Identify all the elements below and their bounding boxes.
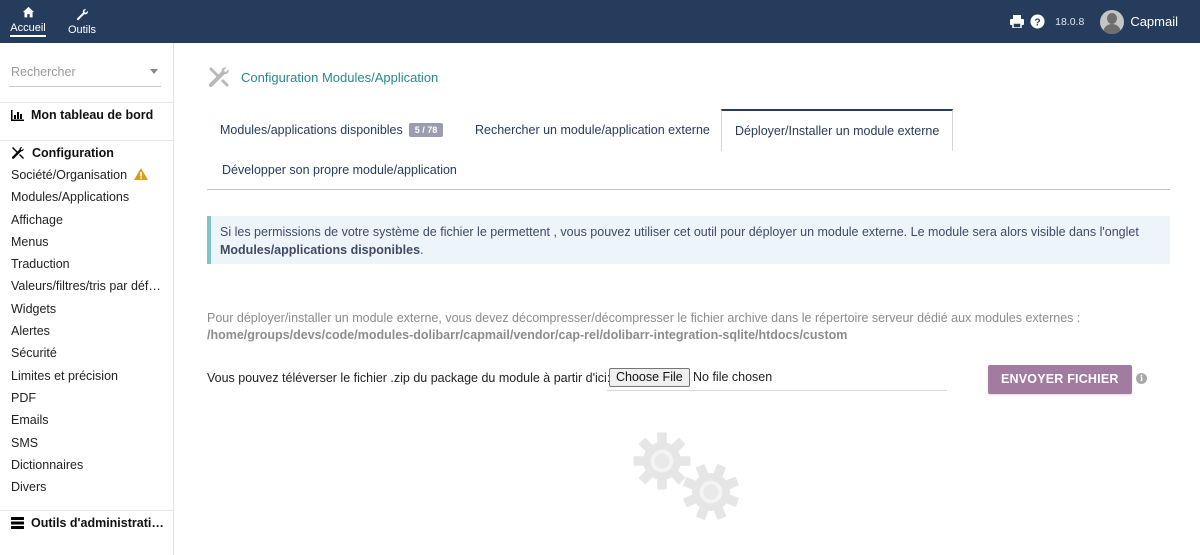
sidebar-item-configuration[interactable]: Configuration: [0, 142, 173, 164]
page-header: Configuration Modules/Application: [207, 65, 438, 89]
chart-icon: [11, 109, 24, 121]
server-icon: [11, 517, 24, 529]
avatar: [1100, 9, 1125, 34]
description-text: Pour déployer/installer un module extern…: [207, 311, 1081, 325]
sidebar-item-display[interactable]: Affichage: [0, 209, 173, 231]
help-icon[interactable]: ?: [1029, 14, 1045, 30]
sidebar: Rechercher Mon tableau de bord Configura…: [0, 43, 174, 555]
main-content: Configuration Modules/Application Module…: [174, 43, 1200, 555]
tab-label: Modules/applications disponibles: [220, 123, 403, 137]
sidebar-item-security[interactable]: Sécurité: [0, 342, 173, 364]
home-icon: [22, 6, 34, 18]
sidebar-item-translation[interactable]: Traduction: [0, 253, 173, 275]
sidebar-item-admin-tools[interactable]: Outils d'administrati…: [0, 512, 173, 534]
sidebar-item-misc[interactable]: Divers: [0, 476, 173, 498]
send-file-button[interactable]: ENVOYER FICHIER: [988, 365, 1132, 394]
upload-label: Vous pouvez téléverser le fichier .zip d…: [207, 371, 611, 385]
sidebar-item-widgets[interactable]: Widgets: [0, 298, 173, 320]
sidebar-item-dashboard[interactable]: Mon tableau de bord: [0, 104, 173, 126]
sidebar-item-pdf[interactable]: PDF: [0, 387, 173, 409]
top-right-tools: ? 18.0.8 Capmail: [1009, 0, 1200, 43]
count-badge: 5 / 78: [408, 123, 444, 137]
user-name: Capmail: [1130, 14, 1178, 29]
sidebar-section-dashboard: Mon tableau de bord: [0, 102, 173, 126]
sidebar-section-admin: Outils d'administrati…: [0, 510, 173, 534]
sidebar-item-default-values[interactable]: Valeurs/filtres/tris par déf…: [0, 275, 173, 297]
chevron-down-icon: [150, 69, 158, 74]
upload-form: Vous pouvez téléverser le fichier .zip d…: [207, 365, 1170, 394]
tools-icon: [208, 67, 229, 88]
info-text: Si les permissions de votre système de f…: [220, 225, 1139, 239]
sidebar-section-config: Configuration Société/Organisation Modul…: [0, 140, 173, 498]
tools-icon: [11, 147, 24, 159]
nav-home-label: Accueil: [10, 22, 46, 37]
sidebar-item-label: Société/Organisation: [11, 168, 128, 182]
sidebar-item-emails[interactable]: Emails: [0, 409, 173, 431]
sidebar-item-company[interactable]: Société/Organisation: [0, 164, 173, 186]
page-title: Configuration Modules/Application: [241, 69, 439, 85]
tab-search-external[interactable]: Rechercher un module/application externe: [462, 110, 723, 150]
custom-dir-path: /home/groups/devs/code/modules-dolibarr/…: [207, 328, 848, 342]
file-input[interactable]: Choose File No file chosen: [607, 366, 947, 391]
nav-tools[interactable]: Outils: [62, 0, 102, 43]
install-description: Pour déployer/installer un module extern…: [207, 310, 1170, 344]
sidebar-admin-label: Outils d'administrati…: [31, 516, 164, 530]
user-menu[interactable]: Capmail: [1100, 9, 1178, 34]
gears-icon: [633, 432, 749, 528]
info-box: Si les permissions de votre système de f…: [207, 216, 1170, 264]
sidebar-dashboard-label: Mon tableau de bord: [31, 108, 154, 122]
info-icon[interactable]: i: [1136, 373, 1147, 384]
warning-icon: [133, 168, 148, 180]
top-navbar: Accueil Outils ? 18.0.8 Capmail: [0, 0, 1200, 43]
tab-deploy-external[interactable]: Déployer/Installer un module externe: [721, 109, 954, 151]
version-label: 18.0.8: [1055, 15, 1085, 28]
tab-available-modules[interactable]: Modules/applications disponibles 5 / 78: [207, 110, 456, 150]
print-icon[interactable]: [1009, 14, 1025, 30]
sidebar-item-alerts[interactable]: Alertes: [0, 320, 173, 342]
sidebar-item-modules[interactable]: Modules/Applications: [0, 186, 173, 208]
sidebar-item-sms[interactable]: SMS: [0, 432, 173, 454]
tab-develop-module[interactable]: Développer son propre module/application: [209, 150, 470, 190]
tab-bar: Modules/applications disponibles 5 / 78 R…: [207, 109, 1170, 190]
search-placeholder: Rechercher: [11, 65, 76, 79]
nav-tools-label: Outils: [67, 23, 97, 36]
sidebar-item-dictionaries[interactable]: Dictionnaires: [0, 454, 173, 476]
sidebar-item-menus[interactable]: Menus: [0, 231, 173, 253]
nav-home[interactable]: Accueil: [6, 0, 50, 43]
wrench-icon: [76, 8, 88, 20]
sidebar-item-limits[interactable]: Limites et précision: [0, 365, 173, 387]
info-end: .: [420, 243, 424, 257]
info-link[interactable]: Modules/applications disponibles: [220, 243, 420, 257]
choose-file-button[interactable]: Choose File: [609, 368, 690, 387]
file-status: No file chosen: [693, 370, 773, 384]
svg-text:?: ?: [1034, 17, 1040, 28]
search-input[interactable]: Rechercher: [9, 65, 161, 87]
sidebar-config-label: Configuration: [32, 146, 114, 160]
